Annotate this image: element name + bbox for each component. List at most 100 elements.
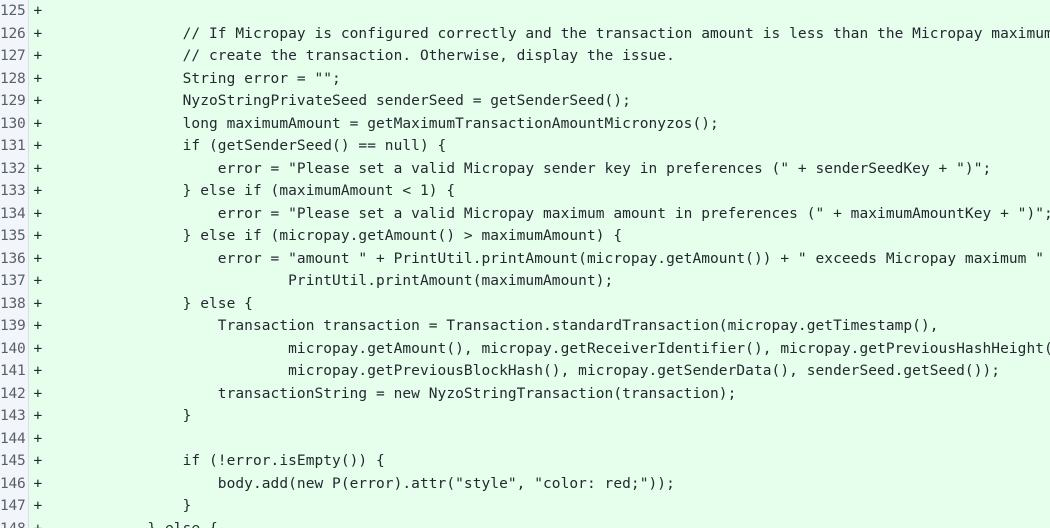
- line-number[interactable]: 147: [0, 495, 29, 518]
- diff-line-row: 135 + } else if (micropay.getAmount() > m…: [0, 225, 1050, 248]
- line-number[interactable]: 127: [0, 45, 29, 68]
- diff-line-row: 127 + // create the transaction. Otherwis…: [0, 45, 1050, 68]
- line-number[interactable]: 128: [0, 67, 29, 90]
- diff-line-row: 132 + error = "Please set a valid Micropa…: [0, 157, 1050, 180]
- diff-line-row: 145 + if (!error.isEmpty()) {: [0, 450, 1050, 473]
- diff-added-marker: +: [28, 67, 42, 90]
- code-line[interactable]: // If Micropay is configured correctly a…: [42, 22, 1050, 45]
- code-line[interactable]: } else {: [42, 517, 1050, 528]
- line-number[interactable]: 141: [0, 360, 29, 383]
- line-number[interactable]: 131: [0, 135, 29, 158]
- code-line[interactable]: } else if (maximumAmount < 1) {: [42, 180, 1050, 203]
- line-number[interactable]: 135: [0, 225, 29, 248]
- diff-line-row: 137 + PrintUtil.printAmount(maximumAmount…: [0, 270, 1050, 293]
- diff-line-row: 130 + long maximumAmount = getMaximumTran…: [0, 112, 1050, 135]
- diff-line-row: 142 + transactionString = new NyzoStringT…: [0, 382, 1050, 405]
- line-number[interactable]: 139: [0, 315, 29, 338]
- code-diff-view: 125 +126 + // If Micropay is configured co…: [0, 0, 1050, 528]
- code-line[interactable]: if (getSenderSeed() == null) {: [42, 135, 1050, 158]
- code-line[interactable]: if (!error.isEmpty()) {: [42, 450, 1050, 473]
- diff-line-row: 138 + } else {: [0, 292, 1050, 315]
- diff-added-marker: +: [28, 90, 42, 113]
- code-line-text: Transaction transaction = Transaction.st…: [42, 318, 939, 334]
- code-line-text: if (getSenderSeed() == null) {: [42, 138, 447, 154]
- code-line[interactable]: error = "Please set a valid Micropay max…: [42, 202, 1050, 225]
- code-line[interactable]: long maximumAmount = getMaximumTransacti…: [42, 112, 1050, 135]
- diff-line-row: 143 + }: [0, 405, 1050, 428]
- line-number[interactable]: 137: [0, 270, 29, 293]
- code-line[interactable]: } else if (micropay.getAmount() > maximu…: [42, 225, 1050, 248]
- code-line-text: } else if (micropay.getAmount() > maximu…: [42, 228, 623, 244]
- line-number[interactable]: 132: [0, 157, 29, 180]
- code-line[interactable]: micropay.getAmount(), micropay.getReceiv…: [42, 337, 1050, 360]
- line-number[interactable]: 133: [0, 180, 29, 203]
- diff-line-row: 129 + NyzoStringPrivateSeed senderSeed = …: [0, 90, 1050, 113]
- code-line-text: error = "amount " + PrintUtil.printAmoun…: [42, 250, 1050, 267]
- diff-added-marker: +: [28, 22, 42, 45]
- code-line[interactable]: micropay.getPreviousBlockHash(), micropa…: [42, 360, 1050, 383]
- diff-added-marker: +: [28, 112, 42, 135]
- code-line[interactable]: body.add(new P(error).attr("style", "col…: [42, 472, 1050, 495]
- code-line-text: PrintUtil.printAmount(maximumAmount);: [42, 273, 614, 289]
- diff-added-marker: +: [28, 292, 42, 315]
- diff-line-row: 144 +: [0, 427, 1050, 450]
- diff-added-marker: +: [28, 405, 42, 428]
- code-line-text: }: [42, 408, 192, 424]
- diff-line-row: 139 + Transaction transaction = Transacti…: [0, 315, 1050, 338]
- diff-line-row: 126 + // If Micropay is configured correc…: [0, 22, 1050, 45]
- line-number[interactable]: 146: [0, 472, 29, 495]
- code-line-text: }: [42, 498, 192, 514]
- code-line[interactable]: PrintUtil.printAmount(maximumAmount);: [42, 270, 1050, 293]
- line-number[interactable]: 144: [0, 427, 29, 450]
- code-line-text: micropay.getPreviousBlockHash(), micropa…: [42, 363, 1001, 379]
- diff-added-marker: +: [28, 382, 42, 405]
- code-line[interactable]: Transaction transaction = Transaction.st…: [42, 315, 1050, 338]
- diff-line-row: 148+ } else {: [0, 517, 1050, 528]
- diff-added-marker: +: [28, 360, 42, 383]
- diff-added-marker: +: [28, 517, 42, 528]
- line-number[interactable]: 142: [0, 382, 29, 405]
- code-line[interactable]: [42, 427, 1050, 450]
- line-number[interactable]: 125: [0, 0, 29, 23]
- diff-line-row: 131 + if (getSenderSeed() == null) {: [0, 135, 1050, 158]
- diff-line-row: 134 + error = "Please set a valid Micropa…: [0, 202, 1050, 225]
- code-line[interactable]: error = "amount " + PrintUtil.printAmoun…: [42, 247, 1050, 270]
- diff-line-row: 125 +: [0, 0, 1050, 23]
- diff-added-marker: +: [28, 225, 42, 248]
- code-line-text: NyzoStringPrivateSeed senderSeed = getSe…: [42, 93, 631, 109]
- code-line[interactable]: [42, 0, 1050, 23]
- code-line[interactable]: error = "Please set a valid Micropay sen…: [42, 157, 1050, 180]
- diff-added-marker: +: [28, 270, 42, 293]
- code-line[interactable]: } else {: [42, 292, 1050, 315]
- line-number[interactable]: 136: [0, 247, 29, 270]
- code-line[interactable]: }: [42, 495, 1050, 518]
- line-number[interactable]: 138: [0, 292, 29, 315]
- diff-line-row: 133 + } else if (maximumAmount < 1) {: [0, 180, 1050, 203]
- line-number[interactable]: 143: [0, 405, 29, 428]
- code-line-text: // create the transaction. Otherwise, di…: [42, 48, 675, 64]
- code-line-text: if (!error.isEmpty()) {: [42, 453, 385, 469]
- diff-line-row: 146 + body.add(new P(error).attr("style",…: [0, 472, 1050, 495]
- code-line-text: String error = "";: [42, 70, 341, 87]
- line-number[interactable]: 140: [0, 337, 29, 360]
- code-line-text: transactionString = new NyzoStringTransa…: [42, 385, 737, 402]
- diff-line-row: 140 + micropay.getAmount(), micropay.getR…: [0, 337, 1050, 360]
- line-number[interactable]: 148: [0, 517, 29, 528]
- line-number[interactable]: 134: [0, 202, 29, 225]
- diff-added-marker: +: [28, 427, 42, 450]
- code-line[interactable]: transactionString = new NyzoStringTransa…: [42, 382, 1050, 405]
- code-line[interactable]: String error = "";: [42, 67, 1050, 90]
- diff-added-marker: +: [28, 135, 42, 158]
- code-line[interactable]: // create the transaction. Otherwise, di…: [42, 45, 1050, 68]
- line-number[interactable]: 145: [0, 450, 29, 473]
- line-number[interactable]: 126: [0, 22, 29, 45]
- code-line[interactable]: }: [42, 405, 1050, 428]
- diff-added-marker: +: [28, 247, 42, 270]
- code-line-text: body.add(new P(error).attr("style", "col…: [42, 475, 675, 492]
- diff-added-marker: +: [28, 337, 42, 360]
- diff-added-marker: +: [28, 315, 42, 338]
- diff-added-marker: +: [28, 450, 42, 473]
- line-number[interactable]: 130: [0, 112, 29, 135]
- line-number[interactable]: 129: [0, 90, 29, 113]
- code-line[interactable]: NyzoStringPrivateSeed senderSeed = getSe…: [42, 90, 1050, 113]
